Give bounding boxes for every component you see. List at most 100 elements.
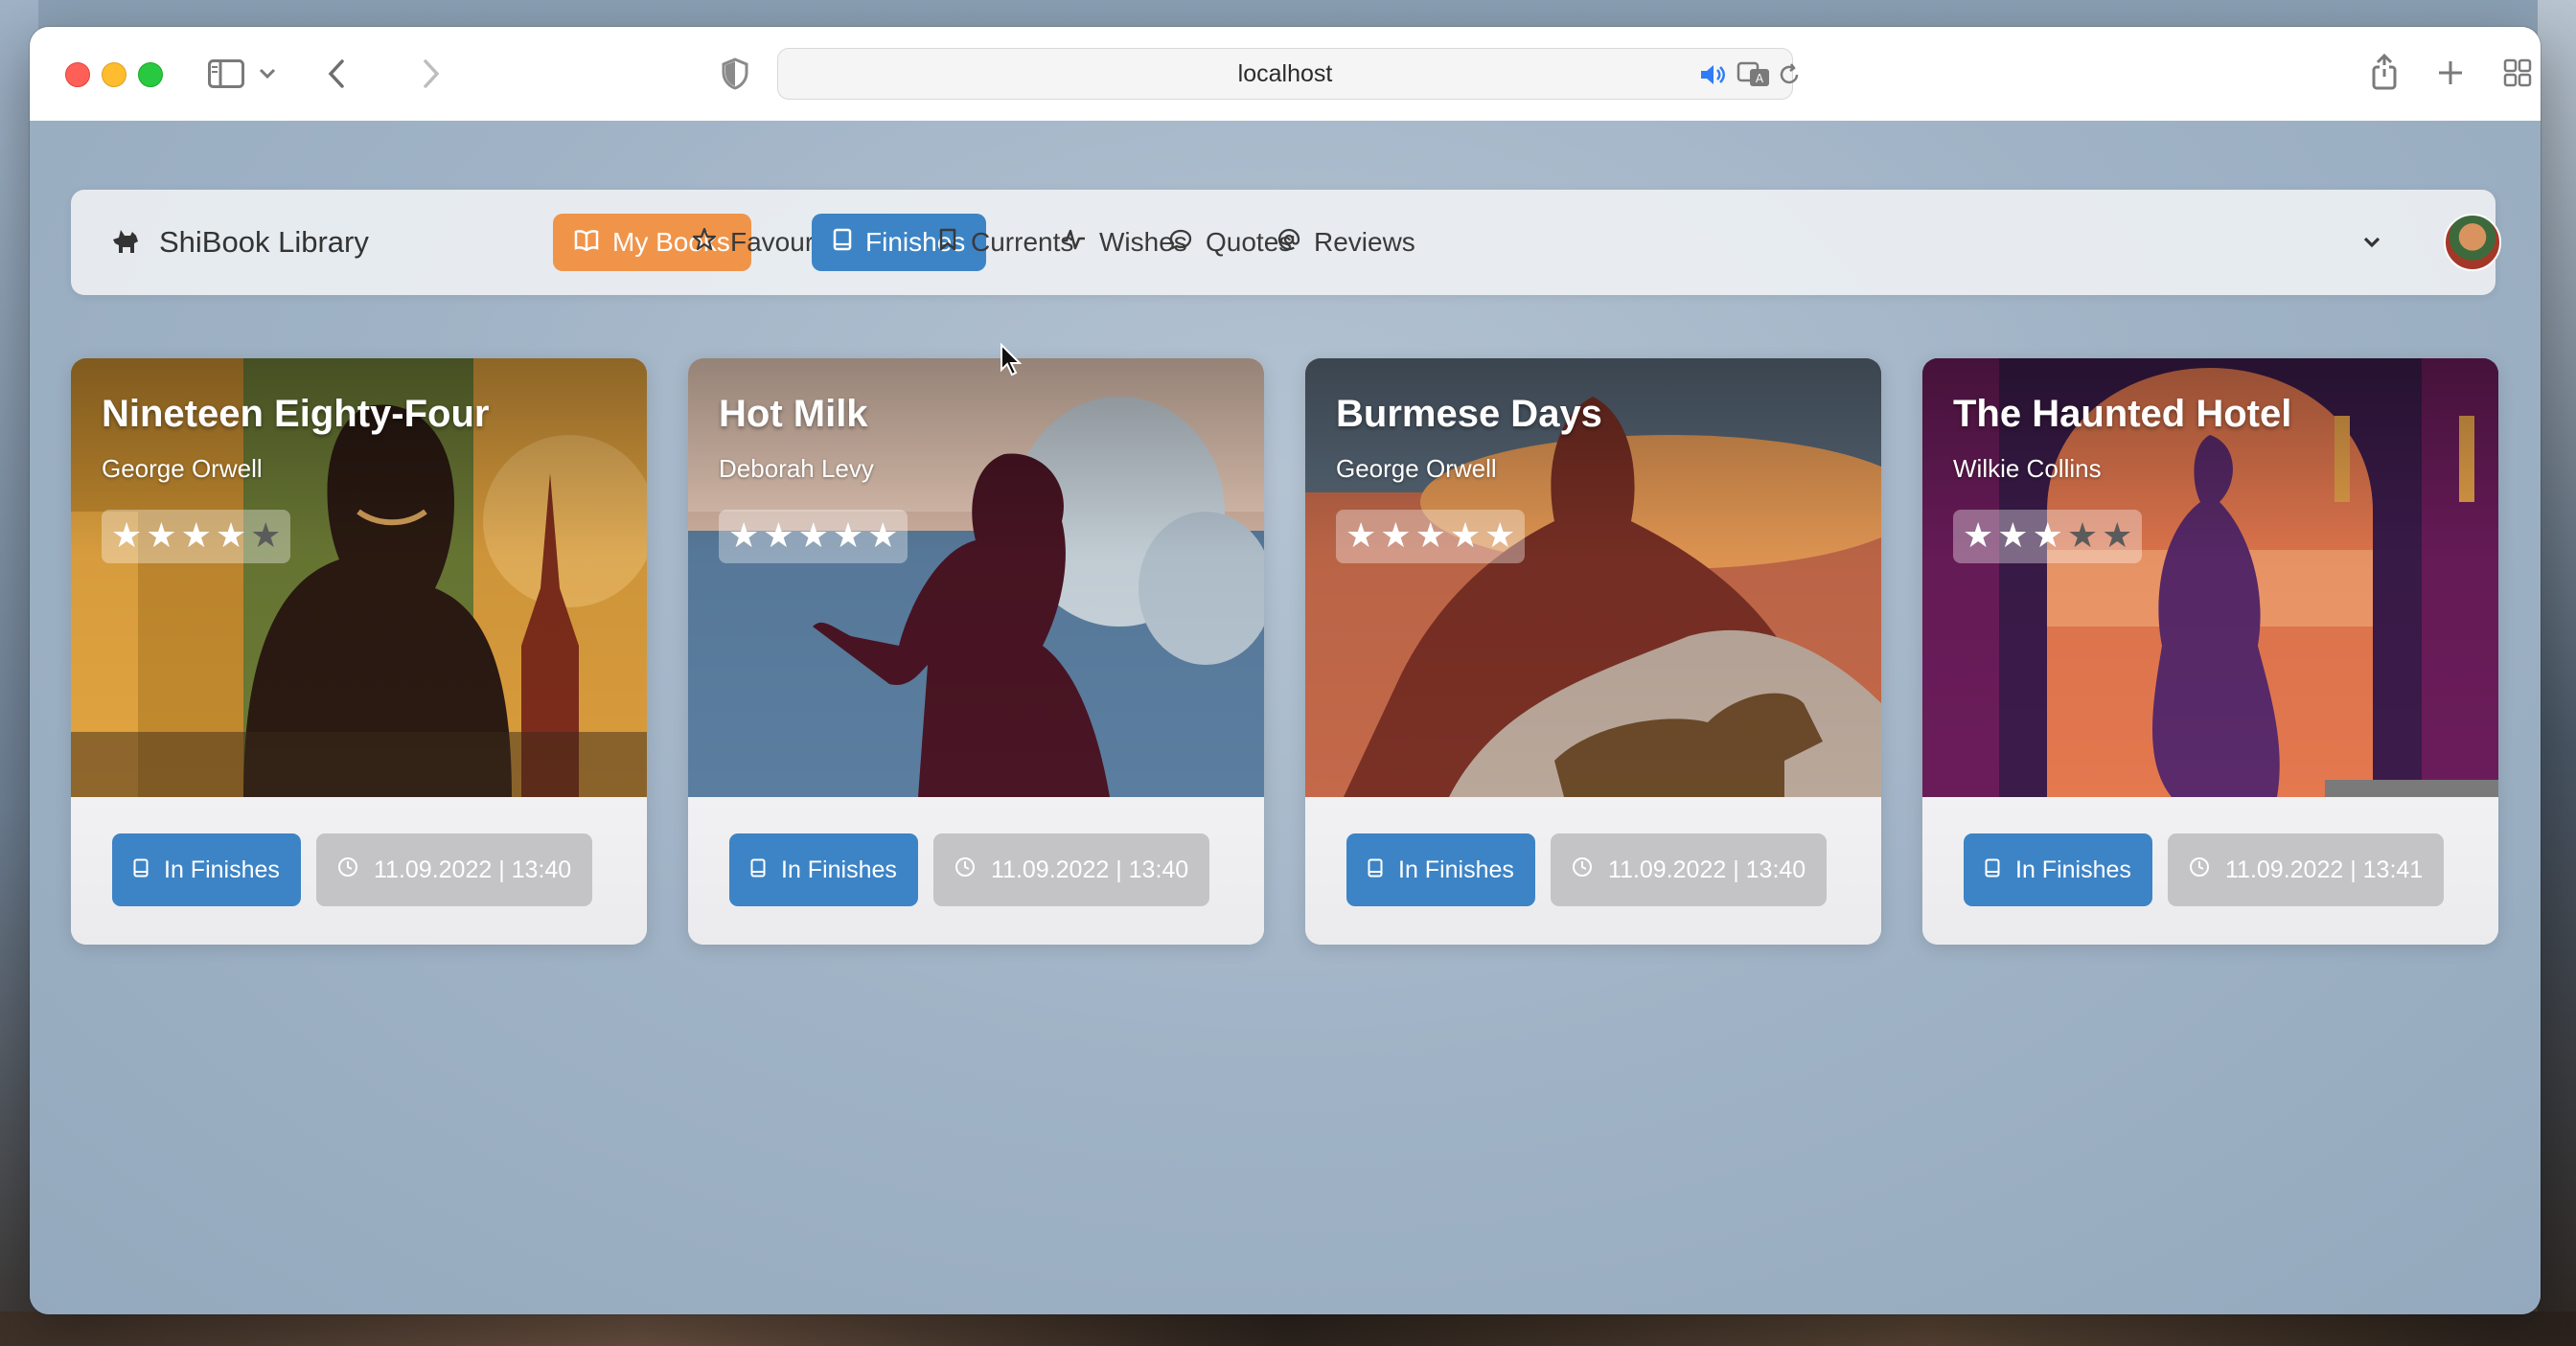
in-finishes-label: In Finishes	[2015, 856, 2131, 883]
card-footer: In Finishes 11.09.2022 | 13:41	[1922, 797, 2498, 945]
brand-link[interactable]: ShiBook Library	[111, 190, 369, 295]
book-title: Hot Milk	[719, 393, 868, 435]
book-author: Wilkie Collins	[1953, 454, 2102, 483]
star-rating: ★ ★ ★ ★ ★	[719, 510, 908, 563]
finished-date-badge: 11.09.2022 | 13:40	[316, 833, 593, 906]
in-finishes-button[interactable]: In Finishes	[1964, 833, 2152, 906]
minimize-window-button[interactable]	[102, 62, 126, 87]
book-icon	[1985, 856, 2000, 884]
star-filled-icon: ★	[215, 516, 247, 556]
finished-date-badge: 11.09.2022 | 13:40	[933, 833, 1210, 906]
book-title: The Haunted Hotel	[1953, 393, 2292, 435]
star-filled-icon: ★	[146, 516, 177, 556]
svg-text:A: A	[1756, 72, 1764, 85]
card-footer: In Finishes 11.09.2022 | 13:40	[1305, 797, 1881, 945]
back-arrow-icon[interactable]	[322, 56, 351, 92]
star-filled-icon: ★	[1380, 516, 1412, 556]
shield-icon[interactable]	[720, 56, 750, 92]
star-filled-icon: ★	[832, 516, 864, 556]
star-filled-icon: ★	[1997, 516, 2029, 556]
book-card[interactable]: Nineteen Eighty-Four George Orwell ★ ★ ★…	[71, 358, 647, 945]
speech-bubble-icon	[1169, 227, 1192, 258]
finished-date: 11.09.2022 | 13:40	[374, 856, 572, 883]
user-avatar[interactable]	[2444, 214, 2501, 271]
in-finishes-label: In Finishes	[1398, 856, 1514, 883]
nav-reviews-label: Reviews	[1314, 227, 1415, 257]
finished-date-badge: 11.09.2022 | 13:40	[1551, 833, 1828, 906]
in-finishes-label: In Finishes	[164, 856, 280, 883]
finished-date: 11.09.2022 | 13:40	[1608, 856, 1806, 883]
new-tab-plus-icon[interactable]	[2435, 57, 2466, 88]
address-bar-url: localhost	[1237, 59, 1333, 87]
fullscreen-window-button[interactable]	[138, 62, 163, 87]
star-filled-icon: ★	[728, 516, 760, 556]
star-filled-icon: ★	[763, 516, 794, 556]
reload-icon[interactable]	[1775, 60, 1804, 89]
star-icon	[692, 227, 717, 259]
book-author: Deborah Levy	[719, 454, 874, 483]
app-navbar: ShiBook Library My Books Favourites Fini…	[71, 190, 2501, 295]
finished-date: 11.09.2022 | 13:40	[991, 856, 1189, 883]
book-title: Nineteen Eighty-Four	[102, 393, 490, 435]
star-filled-icon: ★	[1963, 516, 1994, 556]
mouse-pointer-icon	[1000, 342, 1024, 381]
book-icon	[133, 856, 149, 884]
star-empty-icon: ★	[2102, 516, 2133, 556]
book-author: George Orwell	[1336, 454, 1497, 483]
clock-icon	[954, 856, 976, 884]
book-icon	[833, 227, 852, 258]
book-author: George Orwell	[102, 454, 263, 483]
activity-icon	[1061, 227, 1086, 258]
finished-date: 11.09.2022 | 13:41	[2225, 856, 2424, 883]
star-empty-icon: ★	[2066, 516, 2099, 556]
chevron-down-icon[interactable]	[257, 61, 278, 86]
brand-name: ShiBook Library	[159, 225, 369, 259]
clock-icon	[337, 856, 358, 884]
book-card[interactable]: Burmese Days George Orwell ★ ★ ★ ★ ★ In …	[1305, 358, 1881, 945]
star-empty-icon: ★	[250, 516, 282, 556]
star-filled-icon: ★	[797, 516, 829, 556]
nav-reviews[interactable]: Reviews	[1256, 214, 1437, 271]
browser-window: localhost A ShiBook Library My Books Fav…	[30, 27, 2541, 1314]
bookmark-icon	[938, 227, 957, 258]
star-filled-icon: ★	[867, 516, 899, 556]
book-title: Burmese Days	[1336, 393, 1602, 435]
clock-icon	[2189, 856, 2210, 884]
in-finishes-button[interactable]: In Finishes	[112, 833, 301, 906]
in-finishes-button[interactable]: In Finishes	[1346, 833, 1535, 906]
translate-icon[interactable]: A	[1736, 60, 1771, 89]
browser-toolbar: localhost A	[30, 27, 2541, 122]
star-filled-icon: ★	[1484, 516, 1516, 556]
tab-overview-icon[interactable]	[2502, 57, 2533, 88]
forward-arrow-icon[interactable]	[417, 56, 446, 92]
star-filled-icon: ★	[180, 516, 212, 556]
in-finishes-button[interactable]: In Finishes	[729, 833, 918, 906]
book-card[interactable]: Hot Milk Deborah Levy ★ ★ ★ ★ ★ In Finis…	[688, 358, 1264, 945]
star-rating: ★ ★ ★ ★ ★	[102, 510, 291, 563]
share-icon[interactable]	[2368, 52, 2401, 92]
star-filled-icon: ★	[1449, 516, 1482, 556]
open-book-icon	[574, 227, 599, 258]
star-filled-icon: ★	[2032, 516, 2063, 556]
card-footer: In Finishes 11.09.2022 | 13:40	[71, 797, 647, 945]
sidebar-toggle-icon[interactable]	[207, 57, 245, 90]
in-finishes-label: In Finishes	[781, 856, 897, 883]
close-window-button[interactable]	[65, 62, 90, 87]
book-card[interactable]: The Haunted Hotel Wilkie Collins ★ ★ ★ ★…	[1922, 358, 2498, 945]
more-menu-chevron-icon[interactable]	[2358, 228, 2386, 257]
book-icon	[750, 856, 766, 884]
at-icon	[1277, 227, 1300, 258]
address-bar[interactable]: localhost A	[777, 48, 1799, 100]
finished-date-badge: 11.09.2022 | 13:41	[2168, 833, 2445, 906]
desktop-wallpaper-bottom	[0, 1312, 2576, 1346]
page-content: ShiBook Library My Books Favourites Fini…	[30, 121, 2541, 1314]
card-footer: In Finishes 11.09.2022 | 13:40	[688, 797, 1264, 945]
book-icon	[1368, 856, 1383, 884]
star-rating: ★ ★ ★ ★ ★	[1953, 510, 2143, 563]
star-filled-icon: ★	[1346, 516, 1377, 556]
star-filled-icon: ★	[111, 516, 143, 556]
dog-logo-icon	[111, 226, 142, 259]
speaker-icon[interactable]	[1698, 60, 1727, 89]
star-filled-icon: ★	[1414, 516, 1446, 556]
desktop-wallpaper-right	[2538, 0, 2576, 1346]
